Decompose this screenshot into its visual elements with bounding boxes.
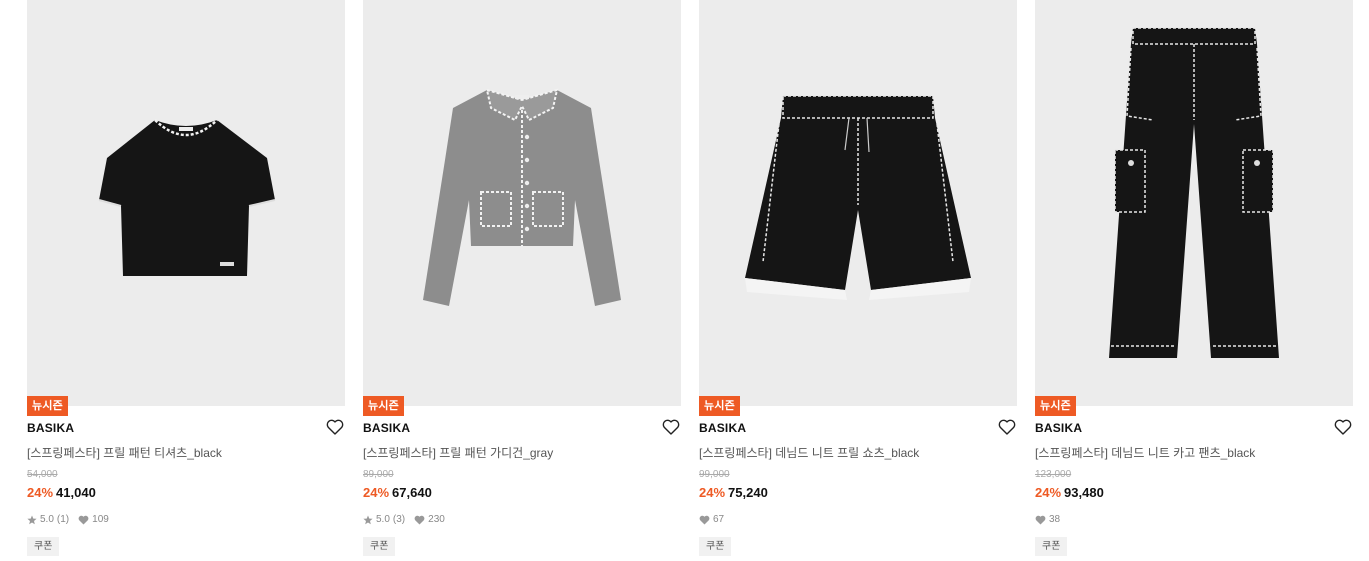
black-tshirt-image	[98, 119, 276, 276]
review-count: (1)	[56, 514, 70, 525]
price-row: 24% 93,480	[1035, 485, 1104, 500]
coupon-tag[interactable]: 쿠폰	[363, 537, 396, 556]
rating-value: 5.0	[40, 514, 54, 525]
like-count: 67	[713, 514, 725, 525]
product-image[interactable]	[699, 0, 1017, 406]
sale-price: 75,240	[728, 485, 768, 500]
like-count: 230	[428, 514, 445, 525]
review-meta: 5.0 (1) 109	[27, 514, 109, 525]
product-card[interactable]: 뉴시즌 BASIKA [스프링페스타] 데님드 니트 카고 팬츠_black 1…	[1035, 0, 1353, 561]
heart-outline-icon[interactable]	[661, 417, 681, 437]
product-name[interactable]: [스프링페스타] 프릴 패턴 가디건_gray	[363, 444, 553, 461]
product-card[interactable]: 뉴시즌 BASIKA [스프링페스타] 프릴 패턴 티셔츠_black 54,0…	[27, 0, 345, 561]
sale-price: 93,480	[1064, 485, 1104, 500]
review-meta: 38	[1035, 514, 1060, 525]
heart-filled-icon	[414, 515, 425, 524]
discount-rate: 24%	[363, 485, 390, 500]
new-season-badge: 뉴시즌	[27, 396, 68, 416]
rating-value: 5.0	[376, 514, 390, 525]
new-season-badge: 뉴시즌	[699, 396, 740, 416]
product-card[interactable]: 뉴시즌 BASIKA [스프링페스타] 데님드 니트 프릴 쇼츠_black 9…	[699, 0, 1017, 561]
like-count: 109	[92, 514, 109, 525]
discount-rate: 24%	[27, 485, 54, 500]
product-image[interactable]	[363, 0, 681, 406]
heart-filled-icon	[1035, 515, 1046, 524]
product-grid: 뉴시즌 BASIKA [스프링페스타] 프릴 패턴 티셔츠_black 54,0…	[0, 0, 1369, 561]
product-name[interactable]: [스프링페스타] 데님드 니트 카고 팬츠_black	[1035, 444, 1255, 461]
original-price: 89,000	[363, 469, 394, 480]
black-cargo-pants-image	[1109, 27, 1279, 358]
discount-rate: 24%	[1035, 485, 1062, 500]
product-image[interactable]	[1035, 0, 1353, 406]
review-meta: 67	[699, 514, 724, 525]
product-card[interactable]: 뉴시즌 BASIKA [스프링페스타] 프릴 패턴 가디건_gray 89,00…	[363, 0, 681, 561]
sale-price: 67,640	[392, 485, 432, 500]
heart-filled-icon	[699, 515, 710, 524]
new-season-badge: 뉴시즌	[363, 396, 404, 416]
price-row: 24% 41,040	[27, 485, 96, 500]
product-name[interactable]: [스프링페스타] 프릴 패턴 티셔츠_black	[27, 444, 222, 461]
review-count: (3)	[392, 514, 406, 525]
brand-name[interactable]: BASIKA	[1035, 421, 1082, 435]
brand-name[interactable]: BASIKA	[699, 421, 746, 435]
coupon-tag[interactable]: 쿠폰	[1035, 537, 1068, 556]
coupon-tag[interactable]: 쿠폰	[699, 537, 732, 556]
heart-outline-icon[interactable]	[1333, 417, 1353, 437]
discount-rate: 24%	[699, 485, 726, 500]
price-row: 24% 75,240	[699, 485, 768, 500]
price-row: 24% 67,640	[363, 485, 432, 500]
original-price: 54,000	[27, 469, 58, 480]
original-price: 99,000	[699, 469, 730, 480]
brand-name[interactable]: BASIKA	[27, 421, 74, 435]
heart-filled-icon	[78, 515, 89, 524]
sale-price: 41,040	[56, 485, 96, 500]
heart-outline-icon[interactable]	[325, 417, 345, 437]
review-meta: 5.0 (3) 230	[363, 514, 445, 525]
black-shorts-image	[745, 95, 971, 300]
new-season-badge: 뉴시즌	[1035, 396, 1076, 416]
brand-name[interactable]: BASIKA	[363, 421, 410, 435]
coupon-tag[interactable]: 쿠폰	[27, 537, 60, 556]
product-name[interactable]: [스프링페스타] 데님드 니트 프릴 쇼츠_black	[699, 444, 919, 461]
heart-outline-icon[interactable]	[997, 417, 1017, 437]
product-image[interactable]	[27, 0, 345, 406]
star-icon	[363, 515, 373, 524]
gray-cardigan-image	[423, 88, 621, 306]
original-price: 123,000	[1035, 469, 1072, 480]
like-count: 38	[1049, 514, 1061, 525]
star-icon	[27, 515, 37, 524]
